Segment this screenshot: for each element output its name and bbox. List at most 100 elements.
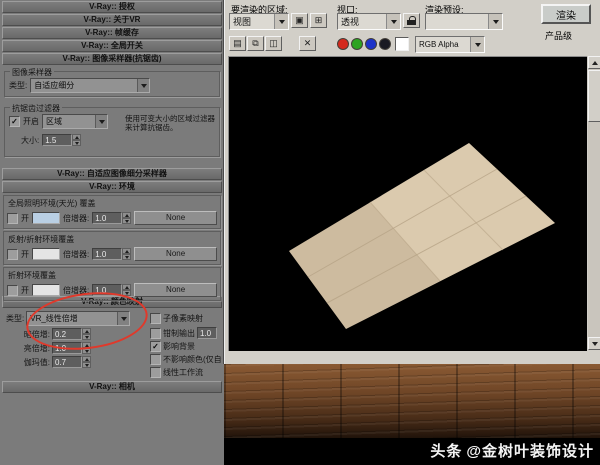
aa-filter-type-dropdown[interactable]: 区域 bbox=[42, 114, 108, 129]
viewport-value: 透视 bbox=[341, 17, 360, 27]
refl-env-on-checkbox[interactable] bbox=[7, 248, 18, 260]
gi-env-on-checkbox[interactable] bbox=[7, 212, 18, 224]
filter-size-label: 大小: bbox=[21, 135, 40, 145]
rollout-header-license[interactable]: V-Ray:: 授权 bbox=[2, 1, 222, 13]
alpha-color-swatch[interactable] bbox=[395, 37, 409, 51]
refl-env-multiplier-spinner[interactable]: 1.0 bbox=[92, 248, 132, 260]
red-channel-icon[interactable] bbox=[337, 38, 349, 50]
spinner-arrows[interactable] bbox=[82, 342, 91, 354]
spinner-value: 1.0 bbox=[52, 342, 82, 354]
render-window-scrollbar[interactable] bbox=[588, 56, 600, 350]
spinner-arrows[interactable] bbox=[122, 248, 132, 260]
rollout-header-image-sampler[interactable]: V-Ray:: 图像采样器(抗锯齿) bbox=[2, 53, 222, 65]
refr-env-map-button[interactable]: None bbox=[134, 283, 217, 297]
bright-mult-spinner[interactable]: 1.0 bbox=[52, 342, 91, 354]
print-image-icon[interactable]: ◫ bbox=[265, 36, 282, 51]
gamma-spinner[interactable]: 0.7 bbox=[52, 356, 91, 368]
on-label: 开 bbox=[21, 285, 29, 295]
chevron-down-icon[interactable] bbox=[386, 14, 400, 29]
channel-display-dropdown[interactable]: RGB Alpha bbox=[415, 36, 485, 53]
clone-window-icon[interactable]: ⧉ bbox=[247, 36, 264, 51]
chevron-down-icon[interactable] bbox=[117, 312, 130, 325]
rollout-header-environment[interactable]: V-Ray:: 环境 bbox=[2, 181, 222, 193]
spinner-value: 0.2 bbox=[52, 328, 82, 340]
sampler-type-label: 类型: bbox=[9, 81, 28, 90]
blue-channel-icon[interactable] bbox=[365, 38, 377, 50]
scroll-down-icon[interactable] bbox=[588, 337, 600, 350]
spinner-value: 1.0 bbox=[197, 327, 217, 339]
edit-region-button[interactable]: ▣ bbox=[291, 13, 308, 28]
rollout-title: V-Ray:: 全局开关 bbox=[81, 41, 143, 50]
color-mapping-rollout-body: 类型: VR_线性倍增 子像素映射 暗倍增: 0.2 亮倍增: 1.0 伽玛值:… bbox=[2, 308, 222, 380]
dont-affect-colors-checkbox[interactable] bbox=[150, 354, 161, 365]
cm-type-dropdown[interactable]: VR_线性倍增 bbox=[26, 311, 131, 326]
spinner-value: 1.5 bbox=[42, 134, 73, 146]
cm-type-label: 类型: bbox=[6, 314, 25, 323]
image-sampler-group: 图像采样器 类型: 自适应细分 bbox=[4, 67, 220, 97]
lock-viewport-icon[interactable] bbox=[403, 13, 420, 28]
on-label: 开 bbox=[21, 213, 29, 223]
refr-env-multiplier-spinner[interactable]: 1.0 bbox=[92, 284, 132, 296]
filter-hint-text: 使用可变大小的区域过滤器来计算抗锯齿。 bbox=[125, 114, 215, 132]
chevron-down-icon[interactable] bbox=[274, 14, 288, 29]
clamp-output-checkbox[interactable] bbox=[150, 327, 161, 339]
sampler-type-dropdown[interactable]: 自适应细分 bbox=[30, 78, 151, 93]
clear-image-icon[interactable]: ✕ bbox=[299, 36, 316, 51]
spinner-arrows[interactable] bbox=[122, 284, 132, 296]
rollout-header-global-switches[interactable]: V-Ray:: 全局开关 bbox=[2, 40, 222, 52]
chevron-down-icon[interactable] bbox=[95, 115, 107, 128]
viewport-wood-floor bbox=[224, 364, 600, 438]
spinner-arrows[interactable] bbox=[82, 328, 91, 340]
subpixel-mapping-checkbox[interactable] bbox=[150, 313, 161, 324]
scroll-up-icon[interactable] bbox=[588, 56, 600, 69]
affect-background-checkbox[interactable]: ✓ bbox=[150, 341, 161, 352]
clamp-level-spinner[interactable]: 1.0 bbox=[197, 327, 217, 339]
chevron-down-icon[interactable] bbox=[488, 14, 502, 29]
rendered-floor-image bbox=[289, 143, 555, 329]
chevron-down-icon[interactable] bbox=[470, 37, 484, 52]
render-preset-dropdown[interactable] bbox=[425, 13, 503, 30]
rollout-header-adaptive-subdiv[interactable]: V-Ray:: 自适应图像细分采样器 bbox=[2, 168, 222, 180]
render-mode-label: 产品级 bbox=[545, 31, 573, 41]
refr-env-on-checkbox[interactable] bbox=[7, 284, 18, 296]
rollout-header-framebuffer[interactable]: V-Ray:: 帧缓存 bbox=[2, 27, 222, 39]
save-image-icon[interactable]: ▤ bbox=[229, 36, 246, 51]
reflection-environment-section: 反射/折射环境覆盖 开 倍增器: 1.0 None bbox=[3, 231, 221, 265]
aa-filter-on-checkbox[interactable]: ✓ bbox=[9, 116, 20, 127]
dark-mult-label: 暗倍增: bbox=[23, 329, 50, 339]
gi-env-multiplier-spinner[interactable]: 1.0 bbox=[92, 212, 132, 224]
refr-env-color-swatch[interactable] bbox=[32, 284, 60, 296]
render-region-dropdown[interactable]: 视图 bbox=[229, 13, 289, 30]
linear-workflow-checkbox[interactable] bbox=[150, 367, 161, 378]
scrollbar-thumb[interactable] bbox=[588, 70, 600, 122]
spinner-arrows[interactable] bbox=[82, 356, 91, 368]
multiplier-label: 倍增器: bbox=[63, 213, 90, 223]
gi-env-map-button[interactable]: None bbox=[134, 211, 217, 225]
refl-env-map-button[interactable]: None bbox=[134, 247, 217, 261]
section-title: 反射/折射环境覆盖 bbox=[8, 235, 75, 244]
spinner-arrows[interactable] bbox=[122, 212, 132, 224]
rollout-title: V-Ray:: 自适应图像细分采样器 bbox=[57, 169, 167, 178]
channel-value: RGB Alpha bbox=[419, 40, 459, 49]
spinner-arrows[interactable] bbox=[72, 134, 82, 146]
aa-filter-on-label: 开启 bbox=[23, 117, 39, 126]
spinner-value: 0.7 bbox=[52, 356, 82, 368]
rollout-title: V-Ray:: 环境 bbox=[89, 182, 135, 191]
render-button[interactable]: 渲染 bbox=[541, 4, 591, 24]
chevron-down-icon[interactable] bbox=[137, 79, 150, 92]
rollout-header-about[interactable]: V-Ray:: 关于VR bbox=[2, 14, 222, 26]
gi-env-color-swatch[interactable] bbox=[32, 212, 60, 224]
auto-region-button[interactable]: ⊞ bbox=[310, 13, 327, 28]
rollout-header-camera[interactable]: V-Ray:: 相机 bbox=[2, 381, 222, 393]
spinner-down-icon[interactable] bbox=[72, 140, 82, 146]
watermark: 头条 @金树叶装饰设计 bbox=[430, 440, 594, 461]
viewport-dropdown[interactable]: 透视 bbox=[337, 13, 401, 30]
section-title: 折射环境覆盖 bbox=[8, 271, 56, 280]
dark-mult-spinner[interactable]: 0.2 bbox=[52, 328, 91, 340]
group-title: 图像采样器 bbox=[10, 67, 54, 78]
refl-env-color-swatch[interactable] bbox=[32, 248, 60, 260]
mono-channel-icon[interactable] bbox=[379, 38, 391, 50]
filter-size-spinner[interactable]: 1.5 bbox=[42, 134, 82, 146]
green-channel-icon[interactable] bbox=[351, 38, 363, 50]
refraction-environment-section: 折射环境覆盖 开 倍增器: 1.0 None bbox=[3, 267, 221, 301]
